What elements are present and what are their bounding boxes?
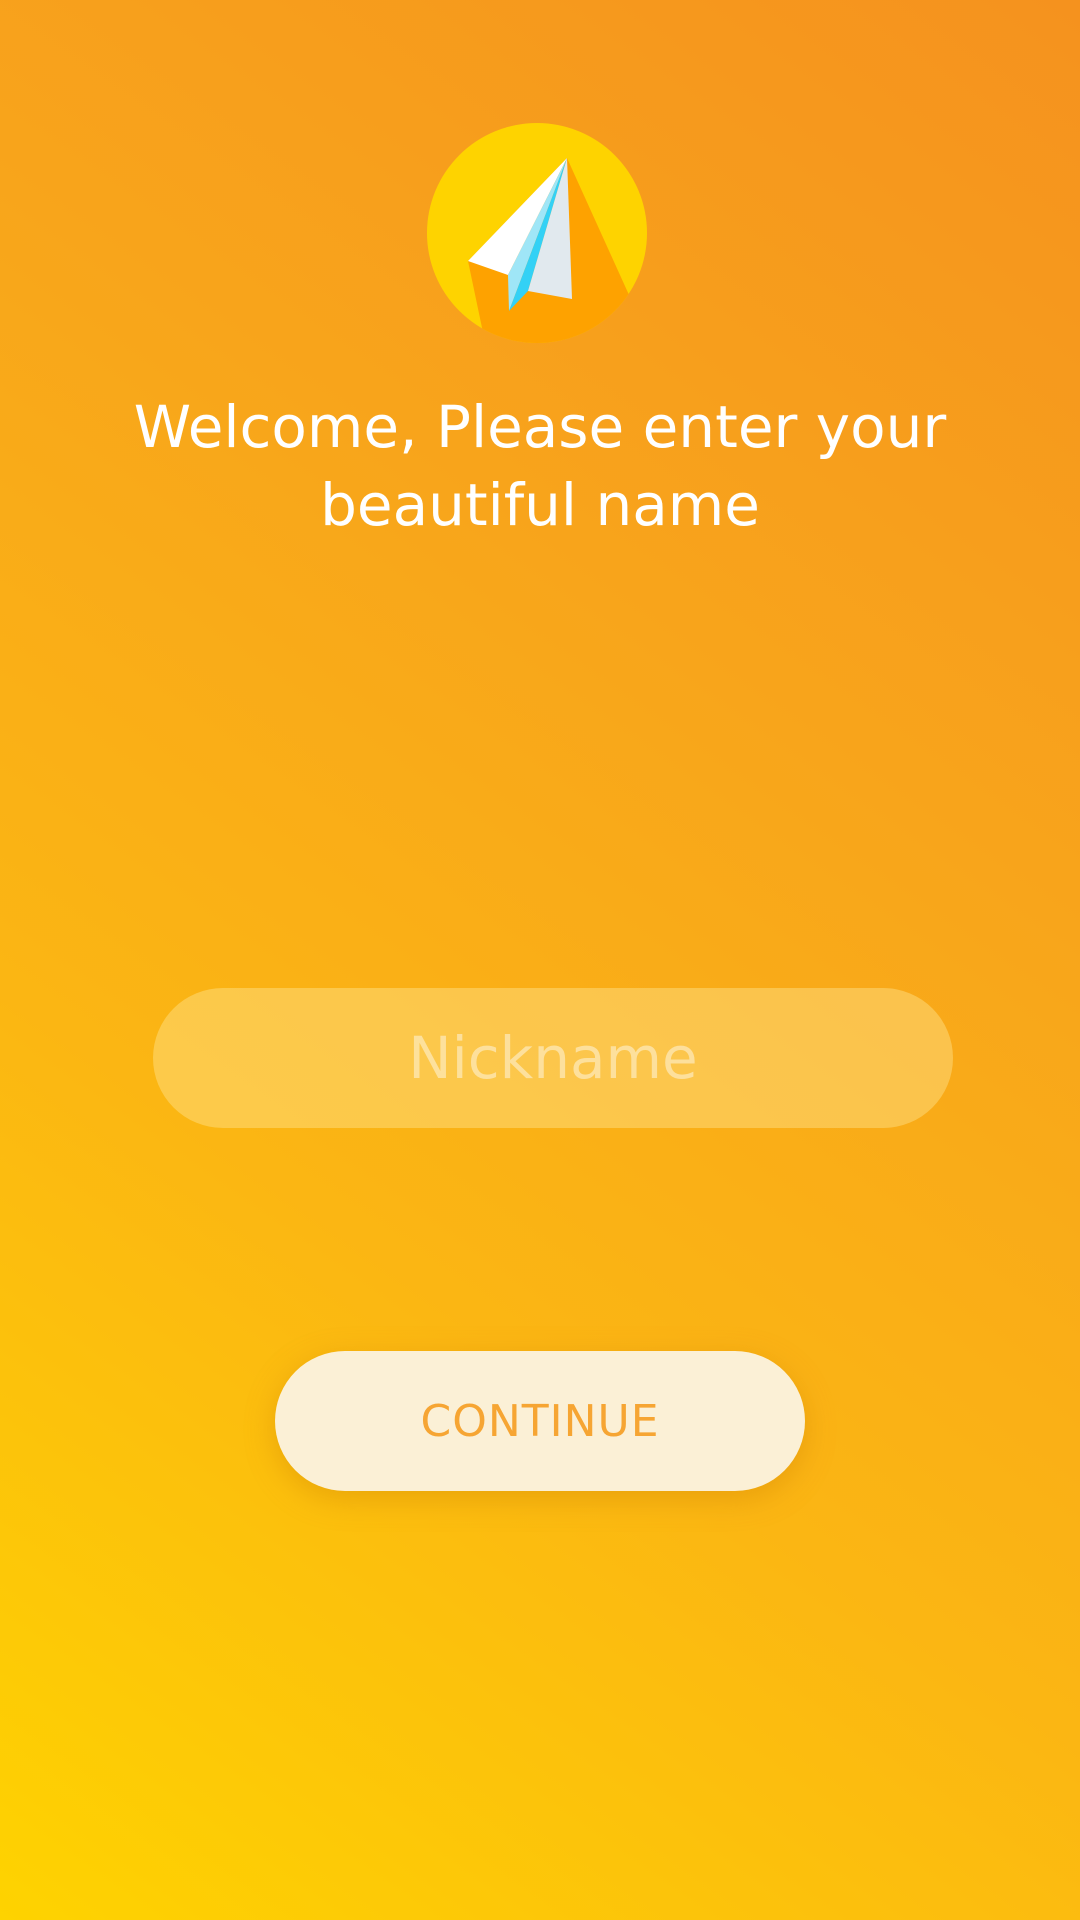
welcome-title: Welcome, Please enter your beautiful nam… (133, 393, 947, 539)
welcome-screen: Welcome, Please enter your beautiful nam… (0, 0, 1080, 1920)
app-logo (427, 123, 647, 343)
continue-button[interactable]: CONTINUE (275, 1351, 805, 1491)
nickname-input[interactable] (153, 988, 953, 1128)
paper-plane-icon (427, 123, 647, 343)
